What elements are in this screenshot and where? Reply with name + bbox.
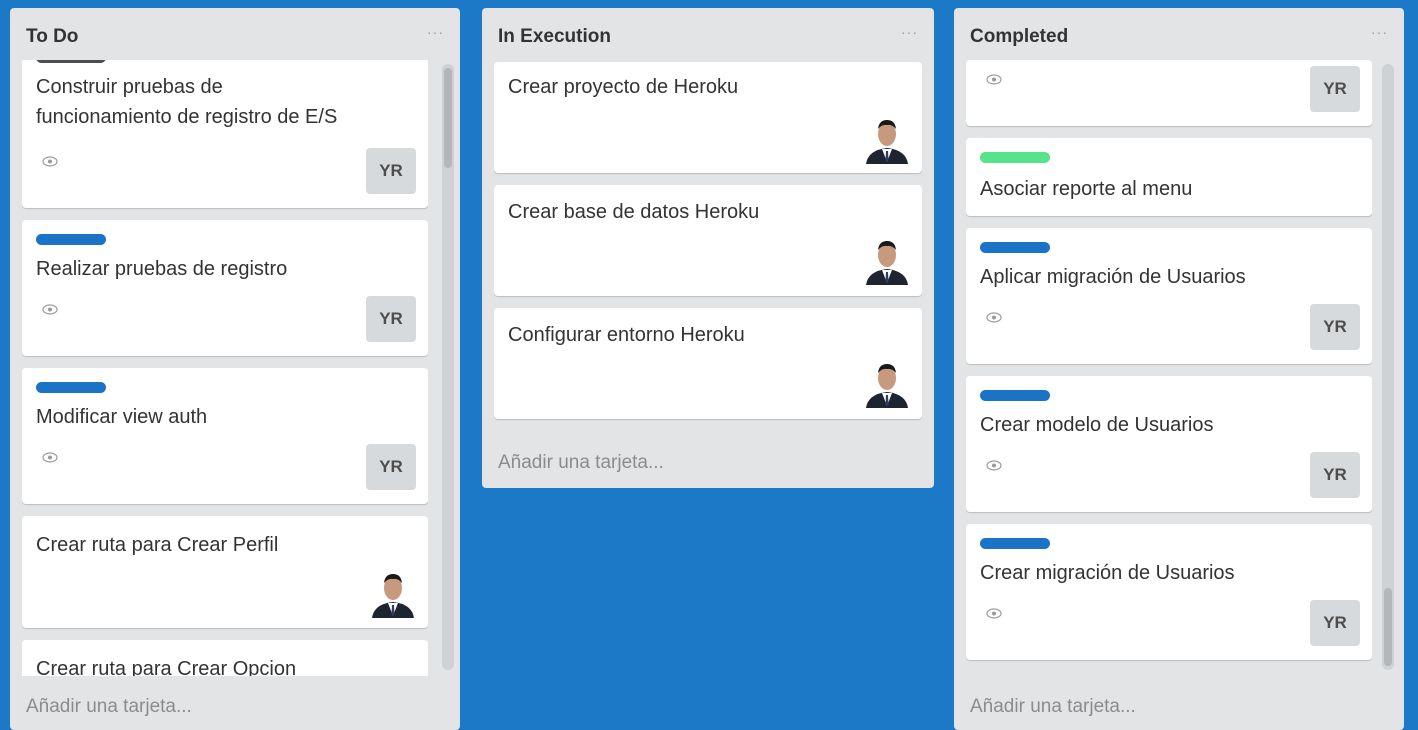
card[interactable]: Modificar view auth YR: [22, 368, 428, 504]
list-title[interactable]: Completed: [970, 26, 1068, 48]
list-menu-icon[interactable]: ···: [1371, 24, 1388, 40]
card[interactable]: Crear ruta para Crear Perfil: [22, 516, 428, 628]
card[interactable]: YR: [966, 60, 1372, 126]
card[interactable]: Construir pruebas de funcionamiento de r…: [22, 60, 428, 208]
member-avatar-photo[interactable]: [862, 235, 912, 285]
member-avatar-photo[interactable]: [368, 568, 418, 618]
eye-icon: [986, 460, 1002, 471]
list-menu-icon[interactable]: ···: [901, 24, 918, 40]
member-avatar[interactable]: YR: [1310, 600, 1360, 646]
eye-icon: [986, 608, 1002, 619]
card-title: Asociar reporte al menu: [980, 178, 1193, 200]
list-to-do: To Do ··· Construir pruebas de funcionam…: [10, 8, 460, 730]
add-card-button[interactable]: Añadir una tarjeta...: [26, 696, 192, 718]
card[interactable]: Configurar entorno Heroku: [494, 308, 922, 419]
list-menu-icon[interactable]: ···: [427, 24, 444, 40]
add-card-button[interactable]: Añadir una tarjeta...: [970, 696, 1136, 718]
scrollbar-thumb[interactable]: [444, 68, 452, 168]
eye-icon: [42, 452, 58, 463]
card[interactable]: Crear proyecto de Heroku: [494, 62, 922, 173]
member-avatar-photo[interactable]: [862, 114, 912, 164]
card-label: [980, 538, 1050, 549]
eye-icon: [986, 312, 1002, 323]
card-title: Crear ruta para Crear Opcion: [36, 658, 297, 676]
list-in-execution: In Execution ··· Crear proyecto de Herok…: [482, 8, 934, 488]
card-title-line: funcionamiento de registro de E/S: [36, 106, 338, 128]
eye-icon: [42, 304, 58, 315]
add-card-button[interactable]: Añadir una tarjeta...: [498, 452, 664, 474]
card-label: [980, 152, 1050, 163]
list-scrollbar[interactable]: [1382, 64, 1394, 670]
list-title[interactable]: To Do: [26, 26, 78, 48]
member-avatar[interactable]: YR: [366, 148, 416, 194]
card-title: Crear modelo de Usuarios: [980, 414, 1214, 436]
card-title: Realizar pruebas de registro: [36, 258, 288, 280]
card-title: Modificar view auth: [36, 406, 208, 428]
card-title: Construir pruebas de funcionamiento de r…: [36, 72, 414, 132]
card[interactable]: Crear modelo de Usuarios YR: [966, 376, 1372, 512]
card-title: Configurar entorno Heroku: [508, 324, 745, 346]
member-avatar[interactable]: YR: [366, 296, 416, 342]
list-completed: Completed ··· YR Asociar reporte al menu…: [954, 8, 1404, 730]
card-label: [36, 60, 106, 63]
member-avatar[interactable]: YR: [1310, 304, 1360, 350]
card[interactable]: Crear base de datos Heroku: [494, 185, 922, 296]
card-title: Aplicar migración de Usuarios: [980, 266, 1246, 288]
card-label: [36, 234, 106, 245]
card-list: Construir pruebas de funcionamiento de r…: [22, 60, 428, 676]
member-avatar[interactable]: YR: [1310, 66, 1360, 112]
scrollbar-thumb[interactable]: [1384, 588, 1392, 666]
card-title-line: Construir pruebas de: [36, 76, 223, 98]
card-label: [980, 242, 1050, 253]
member-avatar[interactable]: YR: [366, 444, 416, 490]
eye-icon: [42, 156, 58, 167]
card[interactable]: Crear migración de Usuarios YR: [966, 524, 1372, 660]
member-avatar[interactable]: YR: [1310, 452, 1360, 498]
card[interactable]: Realizar pruebas de registro YR: [22, 220, 428, 356]
card-list: Crear proyecto de Heroku Crear base de d…: [494, 62, 922, 432]
card-title: Crear base de datos Heroku: [508, 201, 760, 223]
card-label: [36, 382, 106, 393]
card[interactable]: Crear ruta para Crear Opcion: [22, 640, 428, 676]
card-title: Crear ruta para Crear Perfil: [36, 534, 279, 556]
card-title: Crear migración de Usuarios: [980, 562, 1235, 584]
list-scrollbar[interactable]: [442, 64, 454, 670]
eye-icon: [986, 74, 1002, 85]
card-list: YR Asociar reporte al menu Aplicar migra…: [966, 60, 1372, 666]
card[interactable]: Aplicar migración de Usuarios YR: [966, 228, 1372, 364]
member-avatar-photo[interactable]: [862, 358, 912, 408]
card-label: [980, 390, 1050, 401]
card[interactable]: Asociar reporte al menu: [966, 138, 1372, 216]
card-title: Crear proyecto de Heroku: [508, 76, 739, 98]
list-title[interactable]: In Execution: [498, 26, 611, 48]
